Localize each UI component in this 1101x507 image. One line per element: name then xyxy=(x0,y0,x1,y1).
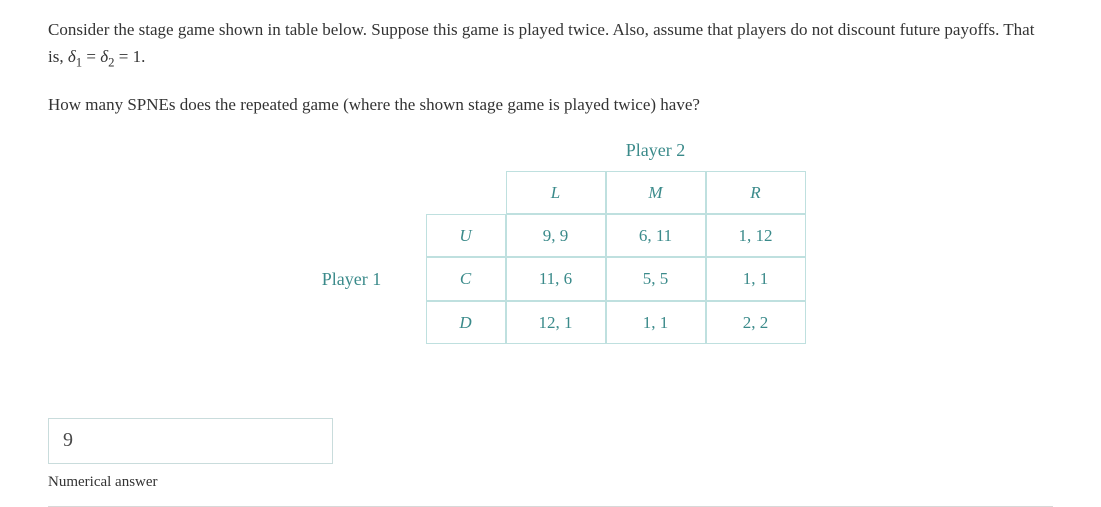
col-header-M: M xyxy=(606,171,706,214)
payoff-U-M: 6, 11 xyxy=(606,214,706,257)
game-grid: Player 2 L M R Player 1 U 9, 9 6, 11 1, … xyxy=(296,136,806,344)
col-header-R: R xyxy=(706,171,806,214)
answer-input[interactable] xyxy=(48,418,333,464)
answer-label: Numerical answer xyxy=(48,470,1053,494)
delta2: δ xyxy=(100,47,108,66)
player2-label: Player 2 xyxy=(506,136,806,171)
payoff-D-M: 1, 1 xyxy=(606,301,706,344)
col-header-L: L xyxy=(506,171,606,214)
row-header-D: D xyxy=(426,301,506,344)
eq1: = xyxy=(82,47,100,66)
answer-section: Numerical answer xyxy=(48,418,1053,507)
question-text: Consider the stage game shown in table b… xyxy=(48,16,1053,118)
payoff-U-R: 1, 12 xyxy=(706,214,806,257)
question-para-1: Consider the stage game shown in table b… xyxy=(48,16,1053,73)
game-area: Player 2 L M R Player 1 U 9, 9 6, 11 1, … xyxy=(48,136,1053,344)
payoff-D-L: 12, 1 xyxy=(506,301,606,344)
eq2: = 1. xyxy=(115,47,146,66)
row-header-C: C xyxy=(426,257,506,300)
payoff-C-L: 11, 6 xyxy=(506,257,606,300)
q1-prefix: Consider the stage game shown in table b… xyxy=(48,20,1034,66)
payoff-C-R: 1, 1 xyxy=(706,257,806,300)
player1-label: Player 1 xyxy=(296,265,426,294)
question-para-2: How many SPNEs does the repeated game (w… xyxy=(48,91,1053,118)
delta1: δ xyxy=(68,47,76,66)
payoff-U-L: 9, 9 xyxy=(506,214,606,257)
payoff-C-M: 5, 5 xyxy=(606,257,706,300)
payoff-D-R: 2, 2 xyxy=(706,301,806,344)
row-header-U: U xyxy=(426,214,506,257)
